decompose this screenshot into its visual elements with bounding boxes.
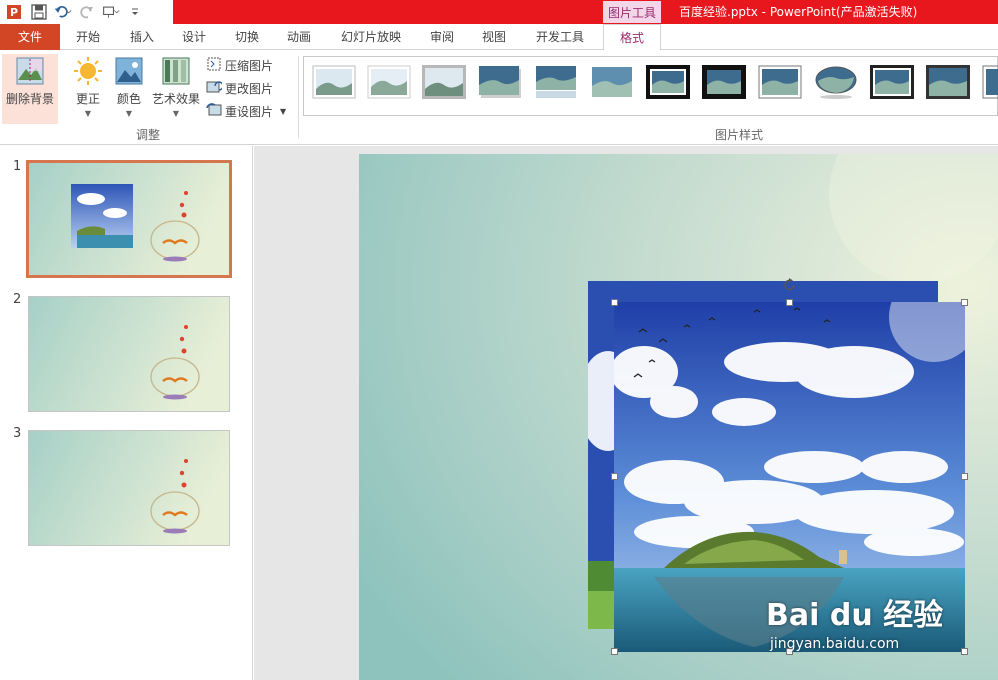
remove-background-icon <box>15 56 45 86</box>
redo-icon[interactable] <box>78 3 96 21</box>
customize-qat-icon[interactable] <box>126 3 144 21</box>
picture-styles-gallery <box>303 56 998 116</box>
resize-handle-bottom-right[interactable] <box>961 648 968 655</box>
quick-access-toolbar: P <box>0 0 144 24</box>
picture-style-soft-edge[interactable] <box>367 65 411 99</box>
reset-picture-icon <box>206 102 222 121</box>
change-picture-button[interactable]: 更改图片 <box>206 78 273 98</box>
reset-picture-dropdown-icon[interactable]: ▼ <box>280 107 286 116</box>
change-picture-label: 更改图片 <box>225 81 274 96</box>
tab-transitions[interactable]: 切换 <box>221 24 273 50</box>
picture-style-reflected[interactable] <box>534 65 578 99</box>
svg-text:P: P <box>10 6 18 19</box>
undo-icon[interactable] <box>54 3 72 21</box>
picture-style-black-frame[interactable] <box>702 65 746 99</box>
picture-style-thick-black-frame[interactable] <box>646 65 690 99</box>
tab-review[interactable]: 审阅 <box>416 24 468 50</box>
slide-thumbnail-3[interactable] <box>28 430 230 546</box>
slide-thumbnail-panel: 1 2 3 <box>0 146 253 680</box>
adjust-group-label: 调整 <box>136 128 161 142</box>
slide-number-1: 1 <box>13 159 22 174</box>
picture-style-bevel-dark[interactable] <box>926 65 970 99</box>
artistic-effects-dropdown-icon: ▼ <box>172 109 180 118</box>
group-separator <box>298 56 299 138</box>
ribbon: 删除背景 更正 ▼ 颜色 ▼ 艺术效果 ▼ 压缩图片 更改图片 重设图片 ▼ 调… <box>0 50 998 145</box>
resize-handle-bottom-left[interactable] <box>611 648 618 655</box>
resize-handle-right[interactable] <box>961 473 968 480</box>
picture-style-oval[interactable] <box>814 65 858 99</box>
title-bar: P 图片工具 百度经验.pptx - PowerPoint(产品激活失败) <box>0 0 998 24</box>
powerpoint-logo-icon: P <box>6 3 24 21</box>
picture-style-simple-frame[interactable] <box>312 65 356 99</box>
slide-number-2: 2 <box>13 292 22 307</box>
powerpoint-window: P 图片工具 百度经验.pptx - PowerPoint(产品激活失败) 文件… <box>0 0 998 680</box>
picture-styles-group-label: 图片样式 <box>715 128 764 142</box>
corrections-sun-icon <box>73 56 103 86</box>
picture-style-thin-frame[interactable] <box>758 65 802 99</box>
corrections-label: 更正 <box>75 92 100 106</box>
color-dropdown-icon: ▼ <box>125 109 133 118</box>
tab-file[interactable]: 文件 <box>0 24 60 50</box>
compress-pictures-label: 压缩图片 <box>225 58 274 73</box>
document-title: 百度经验.pptx - PowerPoint(产品激活失败) <box>679 5 918 19</box>
remove-background-label: 删除背景 <box>5 92 54 106</box>
picture-style-soft-glow[interactable] <box>590 65 634 99</box>
rotate-handle-icon[interactable] <box>782 277 798 293</box>
change-picture-icon <box>206 79 224 98</box>
save-icon[interactable] <box>30 3 48 21</box>
color-button[interactable]: 颜色 ▼ <box>110 54 148 118</box>
tab-developer[interactable]: 开发工具 <box>522 24 598 50</box>
slide-number-3: 3 <box>13 426 22 441</box>
color-label: 颜色 <box>116 92 141 106</box>
compress-pictures-button[interactable]: 压缩图片 <box>206 55 273 75</box>
baidu-watermark-url: jingyan.baidu.com <box>770 636 900 652</box>
slide-thumbnail-1[interactable] <box>26 160 232 278</box>
tab-format[interactable]: 格式 <box>603 24 661 51</box>
picture-style-double-frame[interactable] <box>870 65 914 99</box>
corrections-button[interactable]: 更正 ▼ <box>68 54 108 118</box>
ribbon-tabs: 文件 开始 插入 设计 切换 动画 幻灯片放映 审阅 视图 开发工具 格式 <box>0 24 998 51</box>
slide-thumbnail-2[interactable] <box>28 296 230 412</box>
resize-handle-top-left[interactable] <box>611 299 618 306</box>
picture-style-partial[interactable] <box>982 65 998 99</box>
tab-slideshow[interactable]: 幻灯片放映 <box>328 24 414 50</box>
artistic-effects-icon <box>161 56 191 86</box>
resize-handle-top-right[interactable] <box>961 299 968 306</box>
artistic-effects-label: 艺术效果 <box>151 92 200 106</box>
remove-background-button[interactable]: 删除背景 <box>2 54 58 124</box>
color-picture-icon <box>114 56 144 86</box>
resize-handle-left[interactable] <box>611 473 618 480</box>
picture-tools-context-label: 图片工具 <box>603 1 661 23</box>
resize-handle-top[interactable] <box>786 299 793 306</box>
baidu-watermark: Bai du 经验 <box>766 598 944 633</box>
tab-view[interactable]: 视图 <box>468 24 520 50</box>
reset-picture-label: 重设图片 <box>225 104 274 119</box>
corrections-dropdown-icon: ▼ <box>84 109 92 118</box>
tab-home[interactable]: 开始 <box>62 24 114 50</box>
artistic-effects-button[interactable]: 艺术效果 ▼ <box>150 54 202 118</box>
picture-style-shadow[interactable] <box>478 65 522 99</box>
picture-style-metal-frame[interactable] <box>422 65 466 99</box>
reset-picture-button[interactable]: 重设图片 ▼ <box>206 101 286 121</box>
presentation-icon[interactable] <box>102 3 120 21</box>
compress-icon <box>206 56 222 75</box>
tab-animations[interactable]: 动画 <box>273 24 325 50</box>
tab-insert[interactable]: 插入 <box>116 24 168 50</box>
tab-design[interactable]: 设计 <box>168 24 220 50</box>
